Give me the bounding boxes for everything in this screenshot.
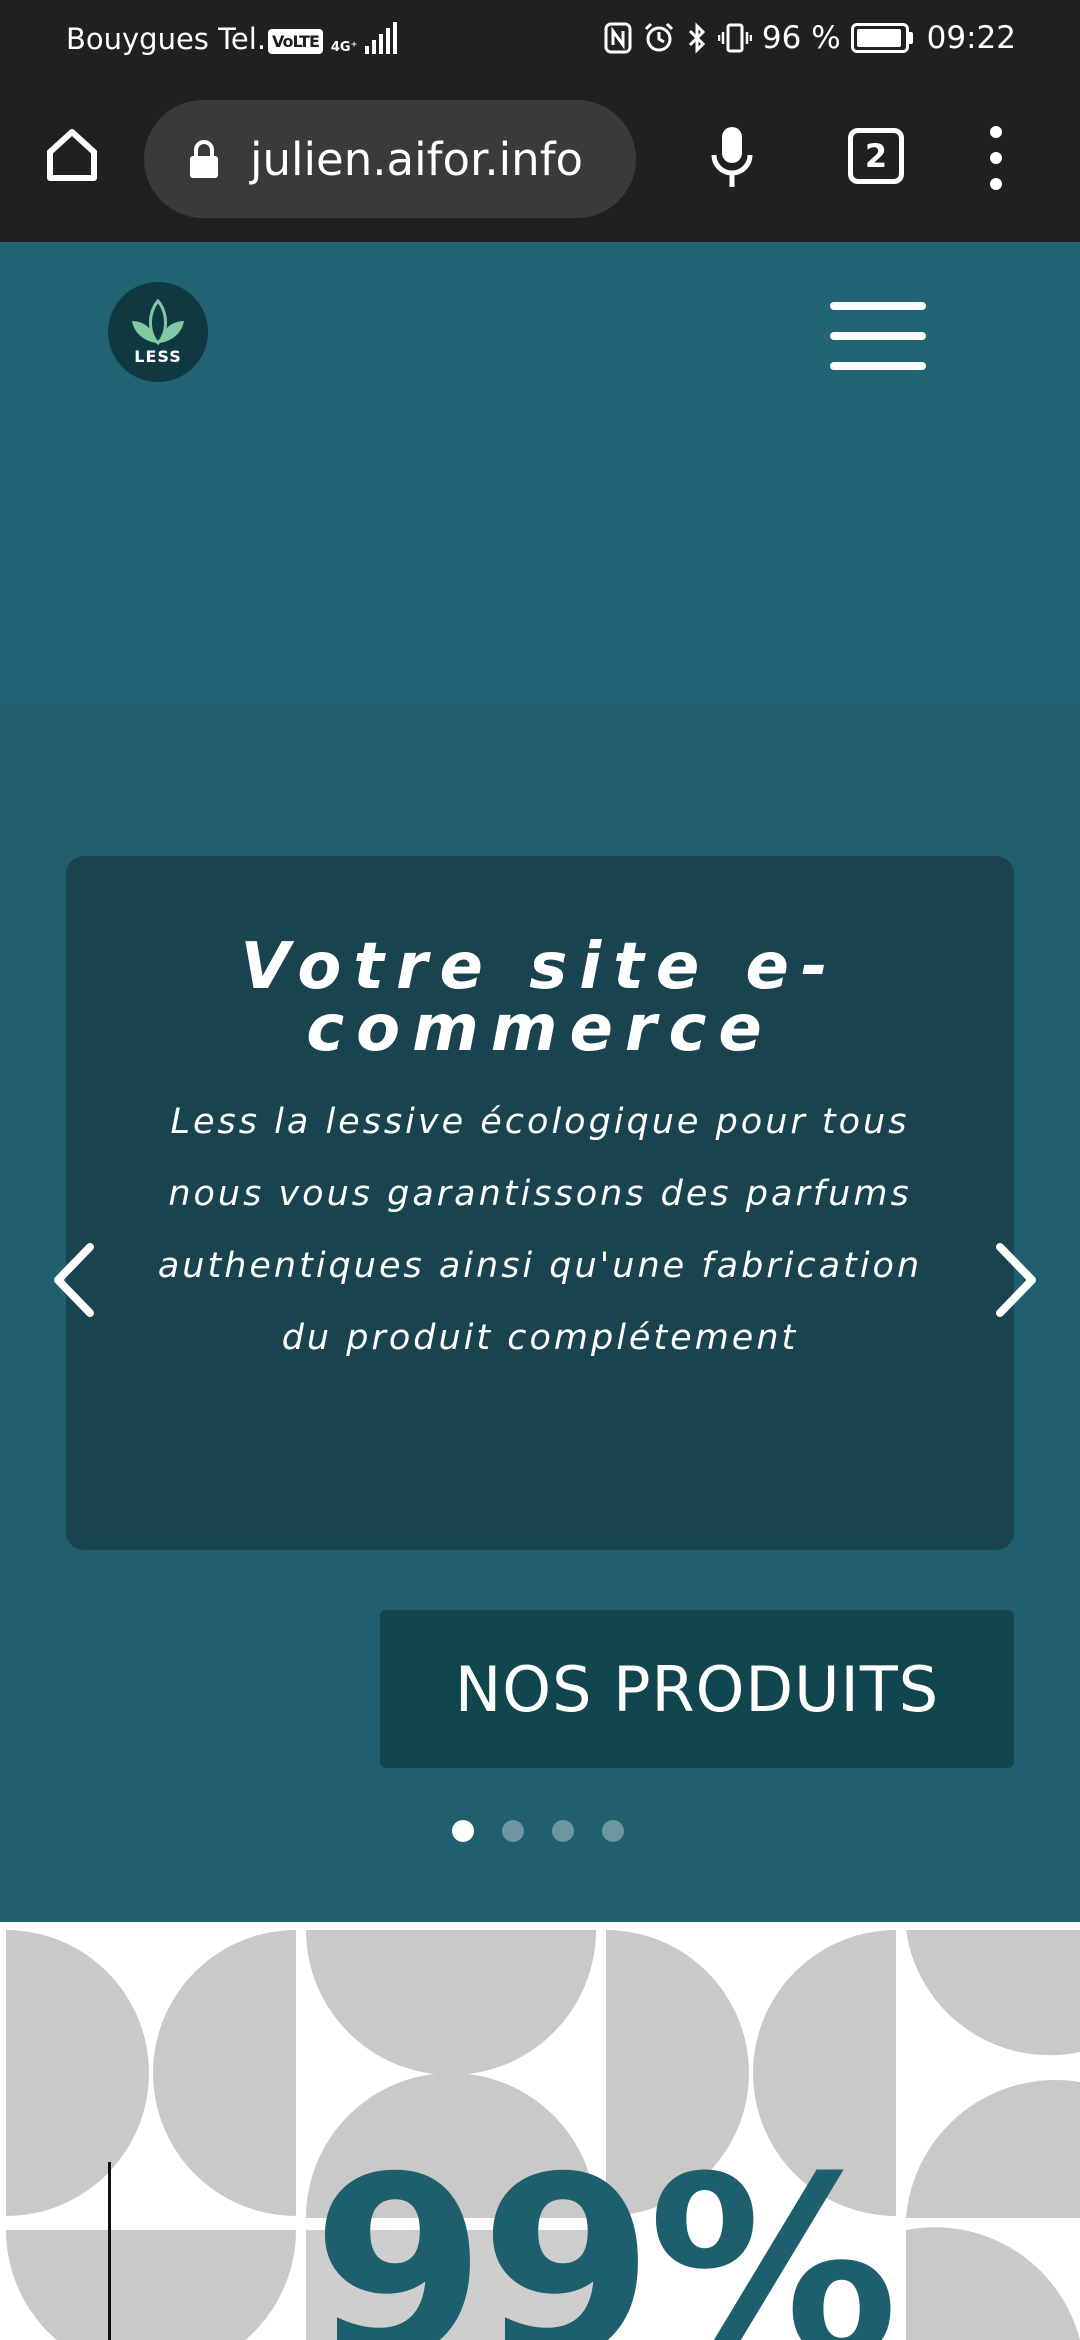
nav-menu-button[interactable] xyxy=(830,302,926,370)
hero-carousel: Votre site e-commerce Less la lessive éc… xyxy=(0,704,1080,1922)
carousel-next-button[interactable] xyxy=(988,1240,1044,1320)
leaf-icon xyxy=(132,298,184,345)
lock-icon xyxy=(186,137,222,181)
microphone-icon xyxy=(711,127,753,187)
address-bar[interactable]: julien.aifor.info xyxy=(144,100,636,218)
bluetooth-icon xyxy=(686,21,708,55)
battery-percentage: 96 % xyxy=(761,20,841,56)
carousel-dot[interactable] xyxy=(552,1820,574,1842)
carousel-dot[interactable] xyxy=(602,1820,624,1842)
site-logo[interactable]: LESS xyxy=(108,282,208,382)
menu-line xyxy=(830,302,926,310)
menu-dot xyxy=(990,126,1002,138)
nfc-icon xyxy=(604,22,632,54)
network-type: 4G⁺ xyxy=(330,40,358,55)
carousel-prev-button[interactable] xyxy=(46,1240,102,1320)
stats-section: 99% xyxy=(0,1922,1080,2340)
vibrate-icon xyxy=(717,21,752,55)
home-icon xyxy=(47,129,97,181)
menu-dot xyxy=(990,178,1002,190)
nos-produits-button[interactable]: NOS PRODUITS xyxy=(380,1610,1014,1768)
stat-value: 99% xyxy=(312,2123,898,2340)
carousel-dot[interactable] xyxy=(452,1820,474,1842)
tab-switcher-button[interactable]: 2 xyxy=(848,128,904,184)
volte-badge: VoLTE xyxy=(268,29,323,54)
menu-line xyxy=(830,362,926,370)
chevron-left-icon xyxy=(54,1243,94,1317)
menu-line xyxy=(830,332,926,340)
site-header: LESS xyxy=(0,242,1080,704)
chevron-right-icon xyxy=(996,1243,1036,1317)
clock: 09:22 xyxy=(926,20,1016,56)
carousel-indicators xyxy=(452,1820,624,1842)
carrier-name: Bouygues Tel... xyxy=(66,22,285,56)
signal-group: VoLTE 4G⁺ xyxy=(268,18,398,55)
hero-title: Votre site e-commerce xyxy=(240,930,840,1066)
carousel-dot[interactable] xyxy=(502,1820,524,1842)
url-text: julien.aifor.info xyxy=(250,132,584,186)
hero-card: Votre site e-commerce Less la lessive éc… xyxy=(66,856,1014,1550)
hero-description: Less la lessive écologique pour tous nou… xyxy=(157,1102,923,1358)
alarm-icon xyxy=(642,21,676,55)
home-button[interactable] xyxy=(40,122,104,186)
logo-text: LESS xyxy=(134,346,182,366)
browser-toolbar: julien.aifor.info 2 xyxy=(0,76,1080,242)
battery-icon xyxy=(850,23,913,53)
status-icons: 96 % 09:22 xyxy=(604,16,1016,60)
signal-strength-icon xyxy=(365,22,398,54)
voice-search-button[interactable] xyxy=(700,120,764,196)
more-options-button[interactable] xyxy=(976,126,1016,190)
status-bar: Bouygues Tel... VoLTE 4G⁺ 96 % 09:22 xyxy=(0,0,1080,76)
menu-dot xyxy=(990,152,1002,164)
divider-line xyxy=(108,2162,111,2340)
